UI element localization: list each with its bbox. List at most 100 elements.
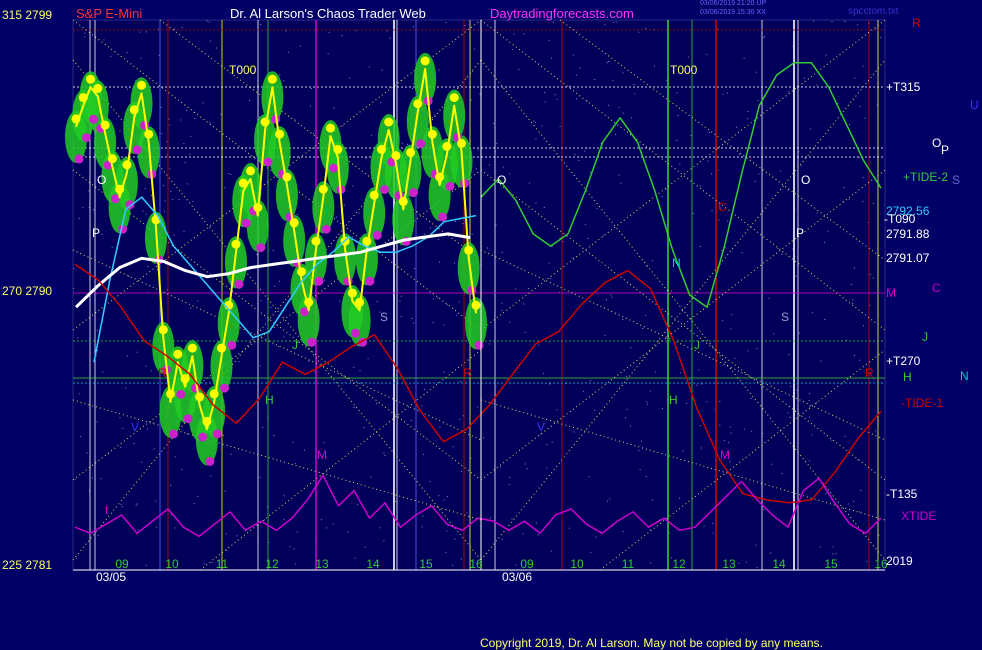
star-dot xyxy=(622,72,624,74)
star-dot xyxy=(352,236,353,238)
star-dot xyxy=(796,389,798,391)
star-dot xyxy=(86,452,88,454)
chart-label-j-b: J xyxy=(694,338,700,352)
star-dot xyxy=(285,30,287,32)
star-dot xyxy=(174,527,176,529)
star-dot xyxy=(535,202,537,204)
star-dot xyxy=(230,453,232,455)
star-dot xyxy=(460,380,462,382)
star-dot xyxy=(862,200,864,202)
star-dot xyxy=(852,299,854,301)
site-url[interactable]: Daytradingforecasts.com xyxy=(490,6,634,21)
star-dot xyxy=(689,379,691,381)
star-dot xyxy=(459,418,461,420)
star-dot xyxy=(327,53,329,55)
high-dot xyxy=(420,56,430,66)
star-dot xyxy=(699,185,701,187)
right-label-t135: -T135 xyxy=(886,487,918,501)
chart-label-h-a: H xyxy=(265,393,274,407)
star-dot xyxy=(700,447,702,449)
star-dot xyxy=(679,497,681,499)
star-dot xyxy=(384,454,386,456)
star-dot xyxy=(741,252,743,254)
star-dot xyxy=(736,126,737,128)
star-dot xyxy=(304,449,305,451)
right-label-t090: -T090 xyxy=(884,212,916,226)
star-dot xyxy=(729,426,731,428)
star-dot xyxy=(848,198,850,200)
star-dot xyxy=(294,462,296,464)
star-dot xyxy=(145,365,147,367)
star-dot xyxy=(750,397,752,399)
star-dot xyxy=(156,269,158,271)
star-dot xyxy=(181,27,183,28)
high-dot xyxy=(173,349,183,359)
star-dot xyxy=(376,301,378,302)
star-dot xyxy=(832,553,834,555)
star-dot xyxy=(700,246,701,247)
star-dot xyxy=(661,196,663,197)
low-dot xyxy=(438,212,448,222)
star-dot xyxy=(313,133,314,134)
star-dot xyxy=(410,419,412,421)
star-dot xyxy=(323,442,325,444)
star-dot xyxy=(509,476,511,478)
right-label-h: H xyxy=(903,370,912,384)
star-dot xyxy=(411,318,413,319)
star-dot xyxy=(352,185,354,187)
star-dot xyxy=(511,48,513,50)
star-dot xyxy=(412,88,413,89)
star-dot xyxy=(208,21,210,23)
right-label-m: M xyxy=(886,286,896,300)
star-dot xyxy=(501,538,503,540)
star-dot xyxy=(407,143,409,145)
low-dot xyxy=(132,145,142,155)
star-dot xyxy=(194,118,196,119)
star-dot xyxy=(381,69,383,71)
star-dot xyxy=(850,284,852,285)
star-dot xyxy=(711,173,713,175)
high-dot xyxy=(187,343,197,353)
star-dot xyxy=(859,511,861,513)
star-dot xyxy=(355,30,357,32)
star-dot xyxy=(726,92,728,94)
star-dot xyxy=(706,401,708,403)
star-dot xyxy=(857,459,859,461)
star-dot xyxy=(579,67,581,69)
chart-label-r-b: R xyxy=(463,366,472,380)
star-dot xyxy=(594,79,596,80)
star-dot xyxy=(584,150,586,152)
star-dot xyxy=(238,361,240,363)
star-dot xyxy=(77,337,79,339)
star-dot xyxy=(283,80,285,82)
right-label-price-last: 2791.07 xyxy=(886,251,930,265)
star-dot xyxy=(170,190,172,192)
star-dot xyxy=(181,469,183,471)
site-title: Dr. Al Larson's Chaos Trader Web xyxy=(230,6,426,21)
star-dot xyxy=(190,307,192,309)
star-dot xyxy=(210,475,212,477)
star-dot xyxy=(125,387,127,389)
star-dot xyxy=(222,435,224,436)
star-dot xyxy=(703,525,705,527)
star-dot xyxy=(128,276,130,277)
chart-label-p-b: P xyxy=(796,226,805,240)
star-dot xyxy=(197,300,199,302)
star-dot xyxy=(364,546,366,548)
chart-label-r-a: R xyxy=(158,366,167,380)
chart-label-s-b: S xyxy=(781,310,790,324)
star-dot xyxy=(671,290,672,292)
chart-label-c: C xyxy=(718,200,727,214)
star-dot xyxy=(353,366,355,368)
star-dot xyxy=(544,92,546,93)
star-dot xyxy=(169,168,171,170)
star-dot xyxy=(413,268,415,270)
star-dot xyxy=(869,274,871,276)
star-dot xyxy=(751,430,753,432)
star-dot xyxy=(74,478,76,480)
high-dot xyxy=(137,80,146,90)
high-dot xyxy=(449,93,459,103)
star-dot xyxy=(326,527,327,529)
star-dot xyxy=(88,190,90,192)
star-dot xyxy=(604,24,606,26)
